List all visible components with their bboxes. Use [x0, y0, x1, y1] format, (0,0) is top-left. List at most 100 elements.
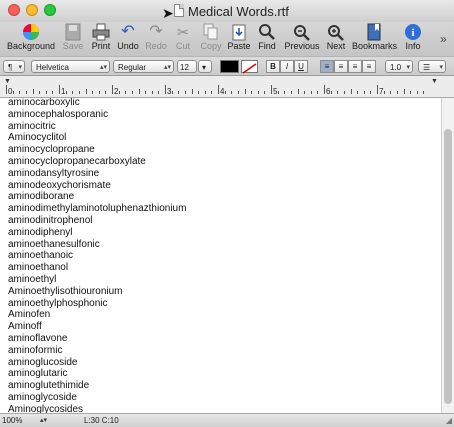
document-line: aminodansyltyrosine — [8, 168, 186, 180]
document-line-text: aminoglutethimide — [8, 380, 90, 392]
background-button[interactable]: Background — [6, 22, 56, 56]
ruler-minor-tick — [12, 91, 14, 94]
document-line: Aminoglycosides — [8, 404, 186, 413]
print-button[interactable]: Print — [89, 22, 113, 56]
font-size-menu[interactable]: ▾ — [198, 60, 212, 73]
popup-arrow-icon: ▴▾ — [99, 64, 107, 71]
document-line: Aminoethylisothiouronium — [8, 286, 186, 298]
document-line: aminoethyl — [8, 274, 186, 286]
toolbar: Background Save Print ↶ Undo ↷ Redo ✂ Cu… — [0, 22, 454, 56]
document-line: Aminoff — [8, 321, 186, 333]
ruler-minor-tick — [257, 91, 259, 94]
title-bar[interactable]: ➤ Medical Words.rtf — [0, 0, 454, 22]
document-line-text: aminoglucoside — [8, 356, 78, 368]
font-style-select[interactable]: Regular ▴▾ — [113, 60, 174, 73]
window-title: Medical Words.rtf — [188, 4, 289, 19]
align-right-icon: ≡ — [366, 62, 372, 71]
text-color-well[interactable] — [220, 60, 239, 73]
mouse-pointer-icon: ➤ — [162, 5, 174, 21]
ruler-minor-tick — [92, 91, 94, 94]
minimize-window-button[interactable] — [26, 4, 38, 16]
zoom-window-button[interactable] — [44, 4, 56, 16]
list-style-select[interactable]: ☰ ▾ — [418, 60, 446, 73]
undo-button[interactable]: ↶ Undo — [116, 22, 140, 56]
ruler-minor-tick — [390, 91, 392, 94]
status-bar: 100% ▴▾ L:30 C:10 ◢ — [0, 413, 454, 427]
toolbar-overflow-icon[interactable]: » — [440, 32, 447, 46]
document-line: aminoglutethimide — [8, 380, 186, 392]
ruler-minor-tick — [32, 89, 34, 94]
align-right-button[interactable]: ≡ — [362, 60, 376, 73]
ruler-minor-tick — [251, 91, 253, 94]
underline-button[interactable]: U — [294, 60, 308, 73]
document-line: aminoethanesulfonic — [8, 239, 186, 251]
ruler-minor-tick — [125, 91, 127, 94]
align-center-button[interactable]: ≡ — [334, 60, 348, 73]
undo-icon: ↶ — [121, 23, 135, 40]
printer-icon — [91, 23, 111, 41]
find-button[interactable]: Find — [256, 22, 278, 56]
bookmarks-button[interactable]: Bookmarks — [352, 22, 397, 56]
color-wheel-icon — [21, 23, 41, 41]
find-previous-button[interactable]: Previous — [283, 22, 321, 56]
zoom-select[interactable]: 100% ▴▾ — [2, 415, 47, 426]
close-window-button[interactable] — [8, 4, 20, 16]
ruler-minor-tick — [304, 91, 306, 94]
right-margin-marker[interactable]: ▼ — [431, 78, 438, 85]
paste-icon — [229, 23, 249, 41]
ruler-minor-tick — [25, 91, 27, 94]
ruler-minor-tick — [310, 91, 312, 94]
bullet-list-icon: ☰ — [423, 63, 431, 72]
document-line: aminocyclopropanecarboxylate — [8, 156, 186, 168]
ruler-minor-tick — [297, 89, 299, 94]
vertical-scrollbar[interactable] — [441, 98, 454, 413]
popup-arrow-icon: ▾ — [202, 63, 207, 72]
ruler-minor-tick — [357, 91, 359, 94]
ruler-major-tick — [218, 85, 219, 94]
copy-button[interactable]: Copy — [199, 22, 223, 56]
redo-button[interactable]: ↷ Redo — [144, 22, 168, 56]
font-family-select[interactable]: Helvetica ▴▾ — [31, 60, 110, 73]
font-size-field[interactable]: 12 — [177, 60, 197, 73]
document-line: aminoethanol — [8, 262, 186, 274]
popup-arrow-icon: ▾ — [439, 64, 443, 71]
bookmark-icon — [364, 23, 384, 41]
scrollbar-thumb[interactable] — [444, 129, 452, 404]
document-line-text: aminodiphenyl — [8, 226, 73, 238]
bold-button[interactable]: B — [266, 60, 280, 73]
ruler-minor-tick — [65, 91, 67, 94]
document-text-area[interactable]: aminocarboxylic aminocephalosporanic amino… — [0, 98, 441, 413]
document-lines: aminocarboxylic aminocephalosporanic amino… — [8, 98, 186, 413]
ruler-minor-tick — [98, 91, 100, 94]
document-line: aminodiphenyl — [8, 227, 186, 239]
align-left-button[interactable]: ≡ — [320, 60, 334, 73]
ruler-minor-tick — [45, 91, 47, 94]
resize-grip-icon[interactable]: ◢ — [446, 416, 452, 425]
highlight-color-well[interactable] — [241, 60, 258, 74]
line-spacing-select[interactable]: 1.0 ▾ — [385, 60, 413, 73]
ruler-major-tick — [6, 85, 7, 94]
ruler-minor-tick — [237, 91, 239, 94]
ruler-minor-tick — [85, 89, 87, 94]
info-button[interactable]: i Info — [402, 22, 424, 56]
paragraph-style-menu[interactable]: ¶ ▾ — [3, 60, 25, 73]
ruler-major-tick — [271, 85, 272, 94]
italic-button[interactable]: I — [280, 60, 294, 73]
document-line-text: aminoethanesulfonic — [8, 238, 100, 250]
ruler-minor-tick — [138, 89, 140, 94]
ruler[interactable]: ▼ ▼ 01234567 — [0, 76, 454, 98]
ruler-minor-tick — [317, 91, 319, 94]
document-line: aminocyclopropane — [8, 144, 186, 156]
ruler-minor-tick — [337, 91, 339, 94]
ruler-minor-tick — [184, 91, 186, 94]
paste-button[interactable]: Paste — [226, 22, 252, 56]
document-line: aminoglycoside — [8, 392, 186, 404]
ruler-minor-tick — [370, 91, 372, 94]
save-button[interactable]: Save — [60, 22, 86, 56]
justify-button[interactable]: ≡ — [348, 60, 362, 73]
document-line-text: aminocyclopropane — [8, 144, 95, 156]
cut-button[interactable]: ✂ Cut — [172, 22, 194, 56]
find-next-button[interactable]: Next — [323, 22, 349, 56]
first-line-indent-marker[interactable]: ▼ — [4, 78, 11, 85]
document-proxy-icon[interactable] — [174, 4, 184, 17]
